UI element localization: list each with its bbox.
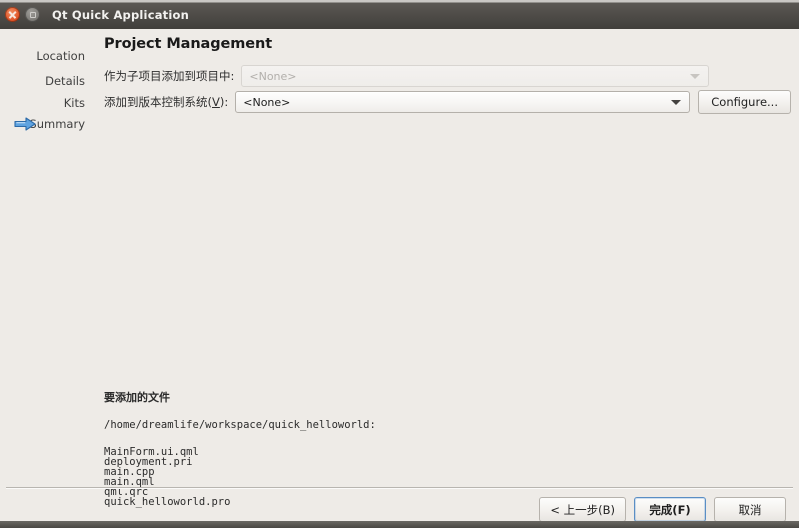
maximize-icon[interactable]: [25, 7, 40, 22]
sidebar-item-kits[interactable]: Kits: [0, 93, 96, 113]
version-control-row: 添加到版本控制系统(V): <None> Configure...: [104, 90, 791, 114]
files-heading: 要添加的文件: [104, 391, 170, 404]
version-control-label-before: 添加到版本控制系统(: [104, 95, 212, 109]
configure-button[interactable]: Configure...: [698, 90, 791, 114]
list-item: MainForm.ui.qml: [104, 446, 199, 458]
version-control-label-after: ):: [219, 95, 229, 109]
subproject-combobox-value: <None>: [249, 69, 297, 83]
subproject-combobox: <None>: [241, 65, 709, 87]
files-summary: 要添加的文件 /home/dreamlife/workspace/quick_h…: [104, 389, 704, 507]
version-control-combobox-value: <None>: [243, 95, 291, 109]
back-button[interactable]: < 上一步(B): [539, 497, 626, 522]
list-item: deployment.pri: [104, 456, 193, 468]
close-icon[interactable]: [5, 7, 20, 22]
sidebar-item-summary[interactable]: Summary: [0, 114, 96, 134]
window-title: Qt Quick Application: [52, 7, 190, 22]
sidebar-item-label: Location: [36, 49, 85, 63]
chevron-down-icon: [690, 74, 700, 79]
list-item: main.qml: [104, 476, 155, 488]
qt-wizard-window: Qt Quick Application Location Details Ki…: [0, 0, 799, 528]
window-bottom-edge: [0, 521, 799, 528]
page-title: Project Management: [104, 36, 273, 52]
sidebar-item-details[interactable]: Details: [0, 71, 96, 91]
wizard-step-sidebar: Location Details Kits Summary: [0, 29, 96, 469]
chevron-down-icon[interactable]: [671, 100, 682, 105]
window-titlebar: Qt Quick Application: [0, 0, 799, 29]
sidebar-item-location[interactable]: Location: [0, 46, 96, 66]
sidebar-item-label: Kits: [63, 96, 85, 110]
footer-separator: [6, 487, 793, 489]
list-item: main.cpp: [104, 466, 155, 478]
version-control-label: 添加到版本控制系统(V):: [104, 94, 228, 110]
version-control-label-accel: V: [212, 95, 220, 109]
cancel-button[interactable]: 取消: [714, 497, 786, 522]
current-step-arrow-icon: [14, 117, 36, 131]
files-path: /home/dreamlife/workspace/quick_hellowor…: [104, 419, 376, 431]
dialog-button-bar: < 上一步(B) 完成(F) 取消: [531, 497, 786, 522]
dialog-content: Location Details Kits Summary Project Ma…: [0, 29, 799, 525]
version-control-combobox[interactable]: <None>: [235, 91, 691, 113]
sidebar-item-label: Summary: [29, 117, 85, 131]
sidebar-item-label: Details: [45, 74, 85, 88]
subproject-label: 作为子项目添加到项目中:: [104, 69, 235, 83]
finish-button[interactable]: 完成(F): [634, 497, 706, 522]
subproject-row: 作为子项目添加到项目中: <None>: [104, 65, 791, 87]
